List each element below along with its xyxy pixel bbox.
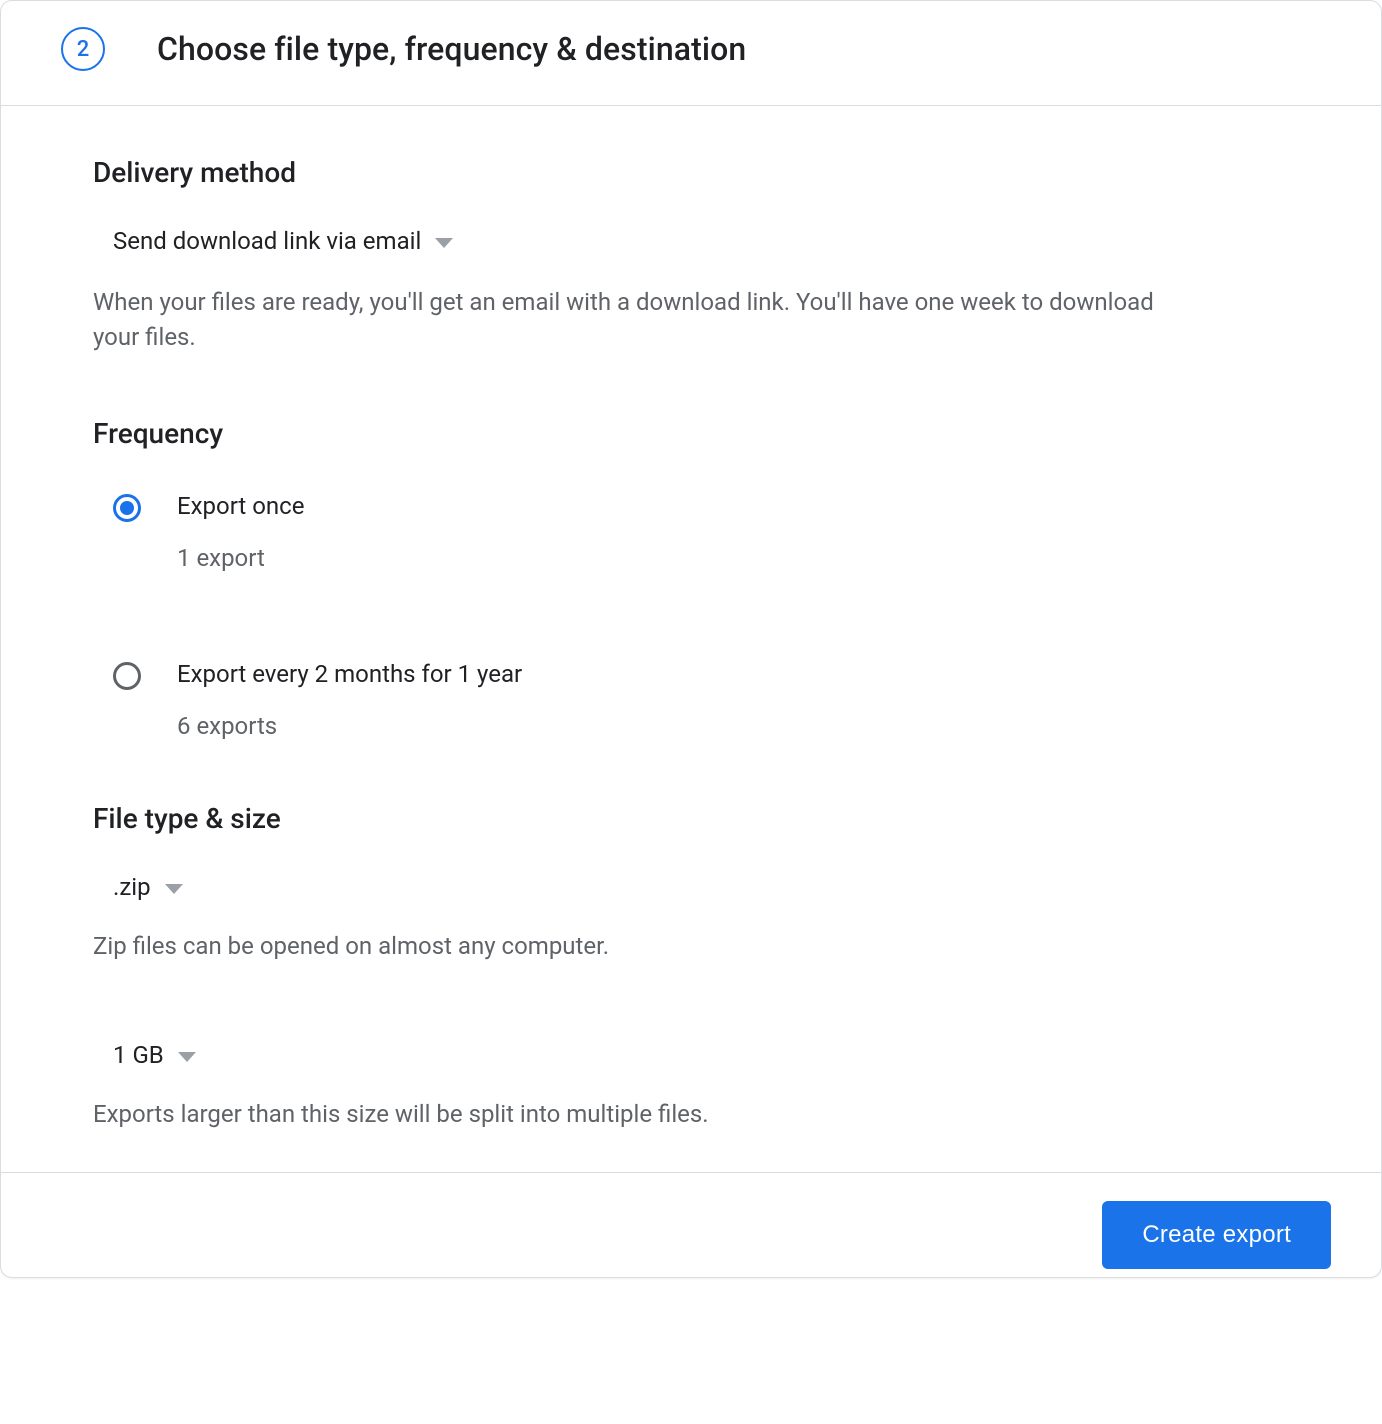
frequency-option-labels: Export once 1 export	[177, 492, 304, 572]
file-type-selected: .zip	[113, 873, 151, 901]
radio-unchecked-icon[interactable]	[113, 662, 141, 690]
frequency-option-once[interactable]: Export once 1 export	[113, 488, 1289, 572]
frequency-option-label: Export once	[177, 492, 304, 520]
step-header: 2 Choose file type, frequency & destinat…	[1, 1, 1381, 106]
radio-checked-icon[interactable]	[113, 494, 141, 522]
dropdown-caret-icon	[435, 238, 453, 248]
dropdown-caret-icon	[165, 884, 183, 894]
frequency-section: Frequency Export once 1 export Export ev…	[93, 417, 1289, 740]
file-type-dropdown[interactable]: .zip	[113, 873, 183, 901]
dropdown-caret-icon	[178, 1052, 196, 1062]
frequency-option-sub: 1 export	[177, 544, 304, 572]
step-title: Choose file type, frequency & destinatio…	[157, 30, 746, 68]
step-footer: Create export	[1, 1172, 1381, 1277]
frequency-option-sub: 6 exports	[177, 712, 522, 740]
create-export-button[interactable]: Create export	[1102, 1201, 1331, 1269]
frequency-option-bimonthly[interactable]: Export every 2 months for 1 year 6 expor…	[113, 656, 1289, 740]
file-size-dropdown[interactable]: 1 GB	[113, 1041, 196, 1069]
step-number-badge: 2	[61, 27, 105, 71]
delivery-method-heading: Delivery method	[93, 156, 1289, 189]
frequency-option-labels: Export every 2 months for 1 year 6 expor…	[177, 660, 522, 740]
file-type-help: Zip files can be opened on almost any co…	[93, 929, 1173, 964]
frequency-option-label: Export every 2 months for 1 year	[177, 660, 522, 688]
file-size-selected: 1 GB	[113, 1041, 164, 1069]
file-type-size-heading: File type & size	[93, 802, 1289, 835]
step-body: Delivery method Send download link via e…	[1, 106, 1381, 1172]
file-type-size-section: File type & size .zip Zip files can be o…	[93, 802, 1289, 1133]
delivery-method-dropdown[interactable]: Send download link via email	[113, 227, 453, 255]
delivery-method-selected: Send download link via email	[113, 227, 421, 255]
file-size-help: Exports larger than this size will be sp…	[93, 1097, 1173, 1132]
frequency-heading: Frequency	[93, 417, 1289, 450]
export-step-card: 2 Choose file type, frequency & destinat…	[0, 0, 1382, 1278]
delivery-method-help: When your files are ready, you'll get an…	[93, 285, 1173, 355]
